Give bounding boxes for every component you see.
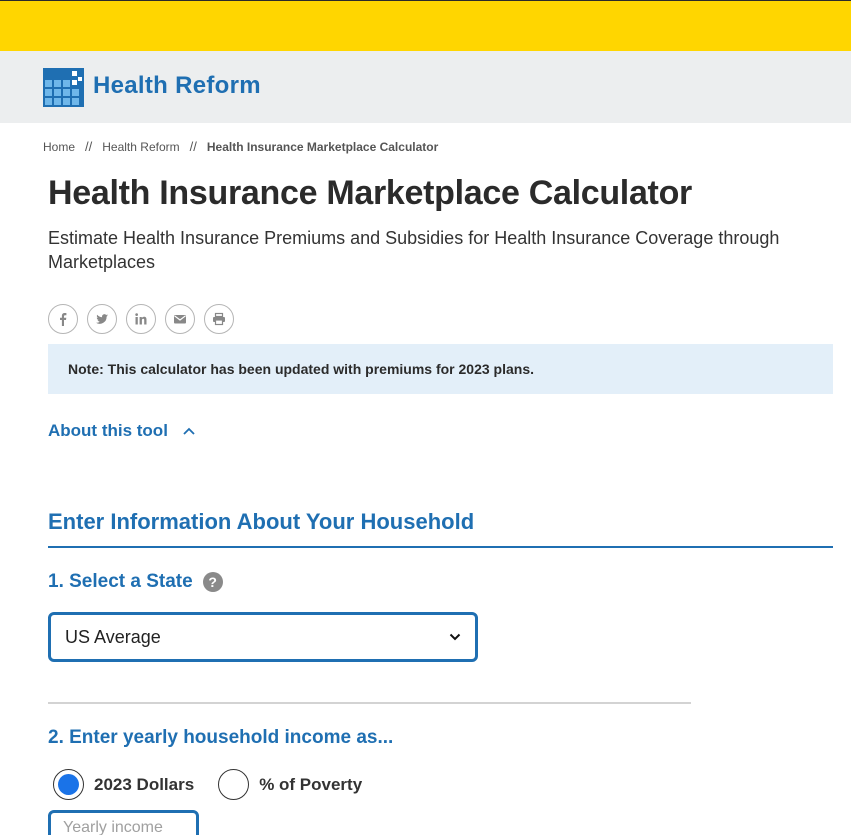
- state-select-value: US Average: [65, 626, 161, 647]
- grid-logo-icon[interactable]: [43, 68, 84, 107]
- radio-option-dollars[interactable]: 2023 Dollars: [53, 769, 194, 800]
- about-tool-toggle[interactable]: About this tool: [48, 421, 196, 441]
- breadcrumb-section-link[interactable]: Health Reform: [102, 140, 179, 154]
- breadcrumb-home-link[interactable]: Home: [43, 140, 75, 154]
- page-subtitle: Estimate Health Insurance Premiums and S…: [48, 228, 780, 272]
- share-facebook-button[interactable]: [48, 304, 78, 334]
- share-twitter-button[interactable]: [87, 304, 117, 334]
- email-icon: [174, 315, 186, 324]
- household-section-title: Enter Information About Your Household: [48, 509, 475, 534]
- share-linkedin-button[interactable]: [126, 304, 156, 334]
- linkedin-icon: [135, 313, 147, 325]
- breadcrumb-separator: //: [189, 139, 197, 154]
- update-note-text: Note: This calculator has been updated w…: [68, 361, 534, 377]
- share-buttons: [48, 304, 234, 334]
- site-title-link[interactable]: Health Reform: [93, 72, 261, 100]
- share-email-button[interactable]: [165, 304, 195, 334]
- top-banner: [0, 0, 851, 51]
- radio-poverty-label: % of Poverty: [259, 774, 363, 794]
- radio-poverty[interactable]: [218, 769, 250, 800]
- print-button[interactable]: [204, 304, 234, 334]
- income-type-radio-group: 2023 Dollars % of Poverty: [53, 769, 386, 800]
- step-divider: [48, 702, 691, 704]
- facebook-icon: [60, 313, 67, 326]
- breadcrumb-current: Health Insurance Marketplace Calculator: [206, 140, 439, 154]
- state-select[interactable]: US Average: [48, 612, 478, 662]
- radio-option-poverty[interactable]: % of Poverty: [218, 769, 362, 800]
- update-note: Note: This calculator has been updated w…: [48, 344, 833, 394]
- chevron-up-icon: [183, 427, 195, 435]
- income-input[interactable]: Yearly income: [48, 810, 199, 835]
- page-title: Health Insurance Marketplace Calculator: [48, 174, 692, 212]
- radio-dollars[interactable]: [53, 769, 84, 800]
- help-icon[interactable]: ?: [202, 572, 223, 592]
- breadcrumb-separator: //: [85, 139, 93, 154]
- step1-label: 1. Select a State: [48, 571, 193, 592]
- radio-dollars-label: 2023 Dollars: [94, 774, 195, 794]
- breadcrumb: Home // Health Reform // Health Insurance Ma…: [43, 139, 438, 154]
- step1-heading: 1. Select a State ?: [48, 571, 223, 593]
- step2-label: 2. Enter yearly household income as...: [48, 727, 394, 748]
- chevron-down-icon: [449, 633, 461, 641]
- print-icon: [213, 312, 225, 326]
- section-divider: [48, 546, 833, 548]
- about-tool-label: About this tool: [48, 421, 168, 440]
- twitter-icon: [96, 314, 108, 324]
- site-header: Health Reform: [0, 51, 851, 123]
